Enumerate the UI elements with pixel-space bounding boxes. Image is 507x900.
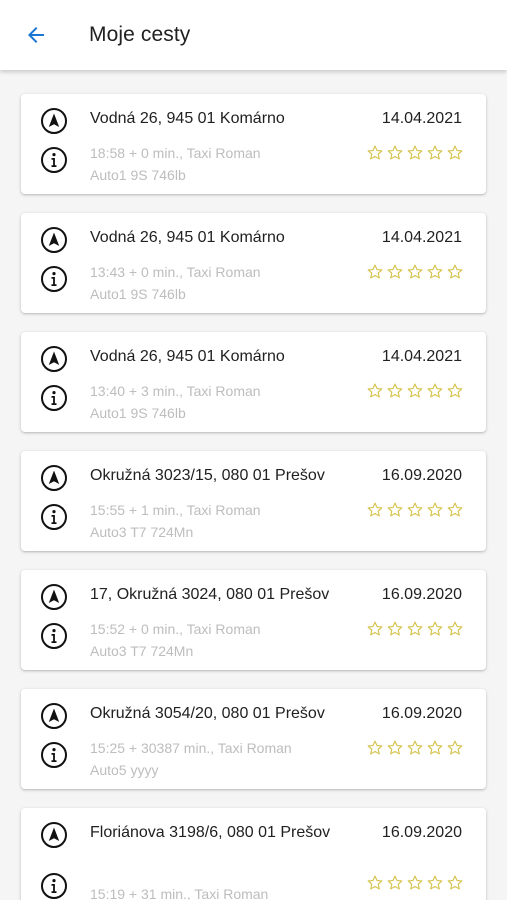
navigation-icon[interactable] [40,583,68,611]
trip-time-driver: 15:52 + 0 min., Taxi Roman [90,621,261,637]
star-outline-icon[interactable] [366,382,384,400]
back-button[interactable] [11,10,61,60]
star-outline-icon[interactable] [406,144,424,162]
trip-address: Floriánova 3198/6, 080 01 Prešov [90,824,331,841]
trip-time-driver: 18:58 + 0 min., Taxi Roman [90,145,261,161]
trip-vehicle: Auto1 9S 746lb [90,167,186,183]
trip-date: 14.04.2021 [381,348,462,365]
star-outline-icon[interactable] [446,144,464,162]
trip-vehicle: Auto3 T7 724Mn [90,643,194,659]
star-outline-icon[interactable] [426,620,444,638]
star-outline-icon[interactable] [406,263,424,281]
info-icon[interactable] [40,503,68,531]
star-outline-icon[interactable] [426,501,444,519]
info-icon[interactable] [40,622,68,650]
rating-stars[interactable] [366,501,464,519]
navigation-icon[interactable] [40,702,68,730]
star-outline-icon[interactable] [386,874,404,892]
info-icon[interactable] [40,384,68,412]
trip-vehicle: Auto3 T7 724Mn [90,524,194,540]
star-outline-icon[interactable] [366,263,384,281]
trip-list: Vodná 26, 945 01 Komárno 14.04.2021 18:5… [0,70,507,900]
star-outline-icon[interactable] [366,501,384,519]
trip-card[interactable]: Okružná 3054/20, 080 01 Prešov 16.09.202… [21,689,486,789]
rating-stars[interactable] [366,144,464,162]
page-title: Moje cesty [89,23,191,46]
trip-vehicle: Auto1 9S 746lb [90,286,186,302]
star-outline-icon[interactable] [386,739,404,757]
star-outline-icon[interactable] [406,620,424,638]
star-outline-icon[interactable] [386,501,404,519]
star-outline-icon[interactable] [406,382,424,400]
trip-date: 16.09.2020 [381,586,462,603]
navigation-icon[interactable] [40,345,68,373]
trip-address: Vodná 26, 945 01 Komárno [90,229,285,246]
trip-address: Okružná 3023/15, 080 01 Prešov [90,467,325,484]
star-outline-icon[interactable] [406,501,424,519]
info-icon[interactable] [40,265,68,293]
rating-stars[interactable] [366,739,464,757]
trip-time-driver: 15:19 + 31 min., Taxi Roman [90,886,269,900]
rating-stars[interactable] [366,620,464,638]
star-outline-icon[interactable] [446,501,464,519]
rating-stars[interactable] [366,263,464,281]
star-outline-icon[interactable] [406,739,424,757]
star-outline-icon[interactable] [426,874,444,892]
star-outline-icon[interactable] [366,739,384,757]
trip-address: Vodná 26, 945 01 Komárno [90,348,285,365]
trip-card[interactable]: Vodná 26, 945 01 Komárno 14.04.2021 13:4… [21,213,486,313]
navigation-icon[interactable] [40,464,68,492]
app-bar: Moje cesty [0,0,507,70]
star-outline-icon[interactable] [426,382,444,400]
trip-vehicle: Auto5 yyyy [90,762,159,778]
trip-time-driver: 15:55 + 1 min., Taxi Roman [90,502,261,518]
star-outline-icon[interactable] [366,144,384,162]
info-icon[interactable] [40,741,68,769]
arrow-back-icon [28,27,44,43]
star-outline-icon[interactable] [386,144,404,162]
star-outline-icon[interactable] [446,874,464,892]
trip-time-driver: 13:43 + 0 min., Taxi Roman [90,264,261,280]
star-outline-icon[interactable] [426,144,444,162]
trip-vehicle: Auto1 9S 746lb [90,405,186,421]
navigation-icon[interactable] [40,226,68,254]
star-outline-icon[interactable] [366,620,384,638]
trip-date: 14.04.2021 [381,110,462,127]
trip-card[interactable]: Okružná 3023/15, 080 01 Prešov 16.09.202… [21,451,486,551]
star-outline-icon[interactable] [386,263,404,281]
rating-stars[interactable] [366,382,464,400]
trip-card[interactable]: Vodná 26, 945 01 Komárno 14.04.2021 13:4… [21,332,486,432]
trip-address: Vodná 26, 945 01 Komárno [90,110,285,127]
trip-time-driver: 15:25 + 30387 min., Taxi Roman [90,740,292,756]
trip-address: 17, Okružná 3024, 080 01 Prešov [90,586,330,603]
trip-date: 14.04.2021 [381,229,462,246]
star-outline-icon[interactable] [386,382,404,400]
navigation-icon[interactable] [40,821,68,849]
star-outline-icon[interactable] [446,620,464,638]
info-icon[interactable] [40,872,68,900]
star-outline-icon[interactable] [366,874,384,892]
trip-date: 16.09.2020 [381,705,462,722]
trip-address: Okružná 3054/20, 080 01 Prešov [90,705,325,722]
rating-stars[interactable] [366,874,464,892]
info-icon[interactable] [40,146,68,174]
trip-card[interactable]: Vodná 26, 945 01 Komárno 14.04.2021 18:5… [21,94,486,194]
trip-date: 16.09.2020 [381,467,462,484]
star-outline-icon[interactable] [406,874,424,892]
star-outline-icon[interactable] [446,263,464,281]
star-outline-icon[interactable] [446,739,464,757]
trip-card[interactable]: Floriánova 3198/6, 080 01 Prešov 16.09.2… [21,808,486,900]
star-outline-icon[interactable] [386,620,404,638]
trip-card[interactable]: 17, Okružná 3024, 080 01 Prešov 16.09.20… [21,570,486,670]
star-outline-icon[interactable] [446,382,464,400]
trip-date: 16.09.2020 [381,824,462,841]
trip-time-driver: 13:40 + 3 min., Taxi Roman [90,383,261,399]
navigation-icon[interactable] [40,107,68,135]
star-outline-icon[interactable] [426,263,444,281]
star-outline-icon[interactable] [426,739,444,757]
